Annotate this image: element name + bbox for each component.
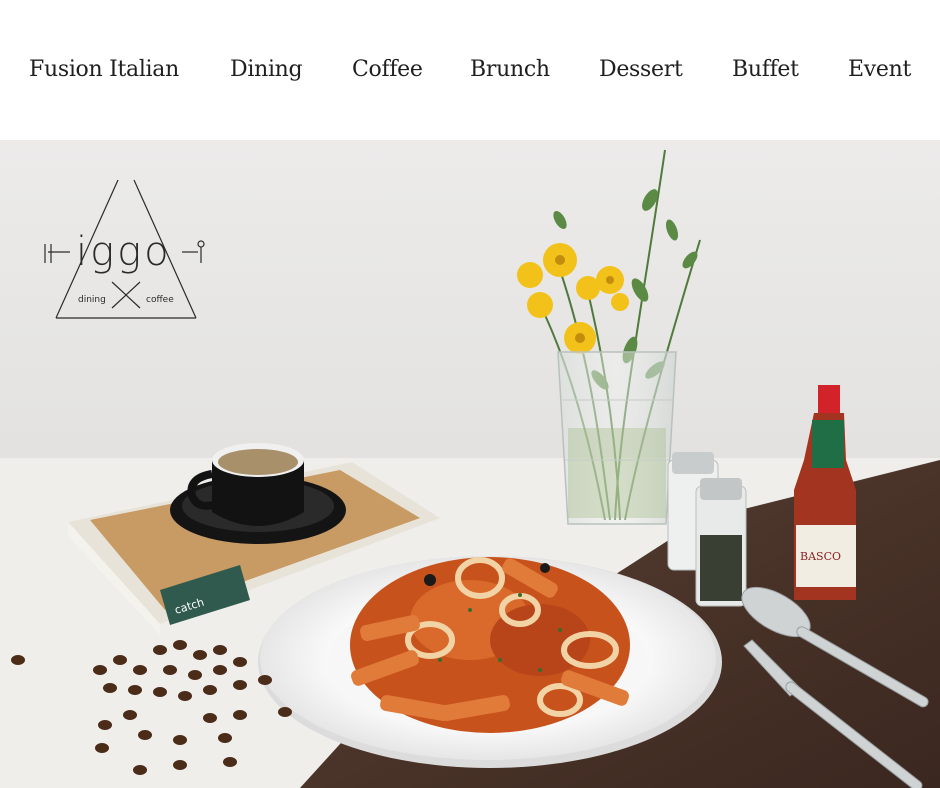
nav-item-event[interactable]: Event xyxy=(848,57,911,82)
logo-wordmark: iggo xyxy=(76,229,172,275)
nav-item-coffee[interactable]: Coffee xyxy=(352,57,423,82)
logo-dining-text: dining xyxy=(78,295,106,305)
nav-item-brunch[interactable]: Brunch xyxy=(470,57,550,82)
logo-coffee-text: coffee xyxy=(146,295,174,305)
nav-item-dessert[interactable]: Dessert xyxy=(599,57,683,82)
bottle-label: BASCO xyxy=(800,550,841,563)
nav-item-buffet[interactable]: Buffet xyxy=(732,57,799,82)
pasta xyxy=(350,557,630,733)
hero-image: iggo dining coffee catch BASCO xyxy=(0,140,940,788)
wall-background xyxy=(0,140,940,458)
hero-illustration: iggo dining coffee catch BASCO xyxy=(0,140,940,788)
nav-item-fusion-italian[interactable]: Fusion Italian xyxy=(29,57,179,82)
nav-item-dining[interactable]: Dining xyxy=(230,57,303,82)
pasta-plate xyxy=(258,556,722,768)
top-navigation: Fusion Italian Dining Coffee Brunch Dess… xyxy=(0,0,940,140)
